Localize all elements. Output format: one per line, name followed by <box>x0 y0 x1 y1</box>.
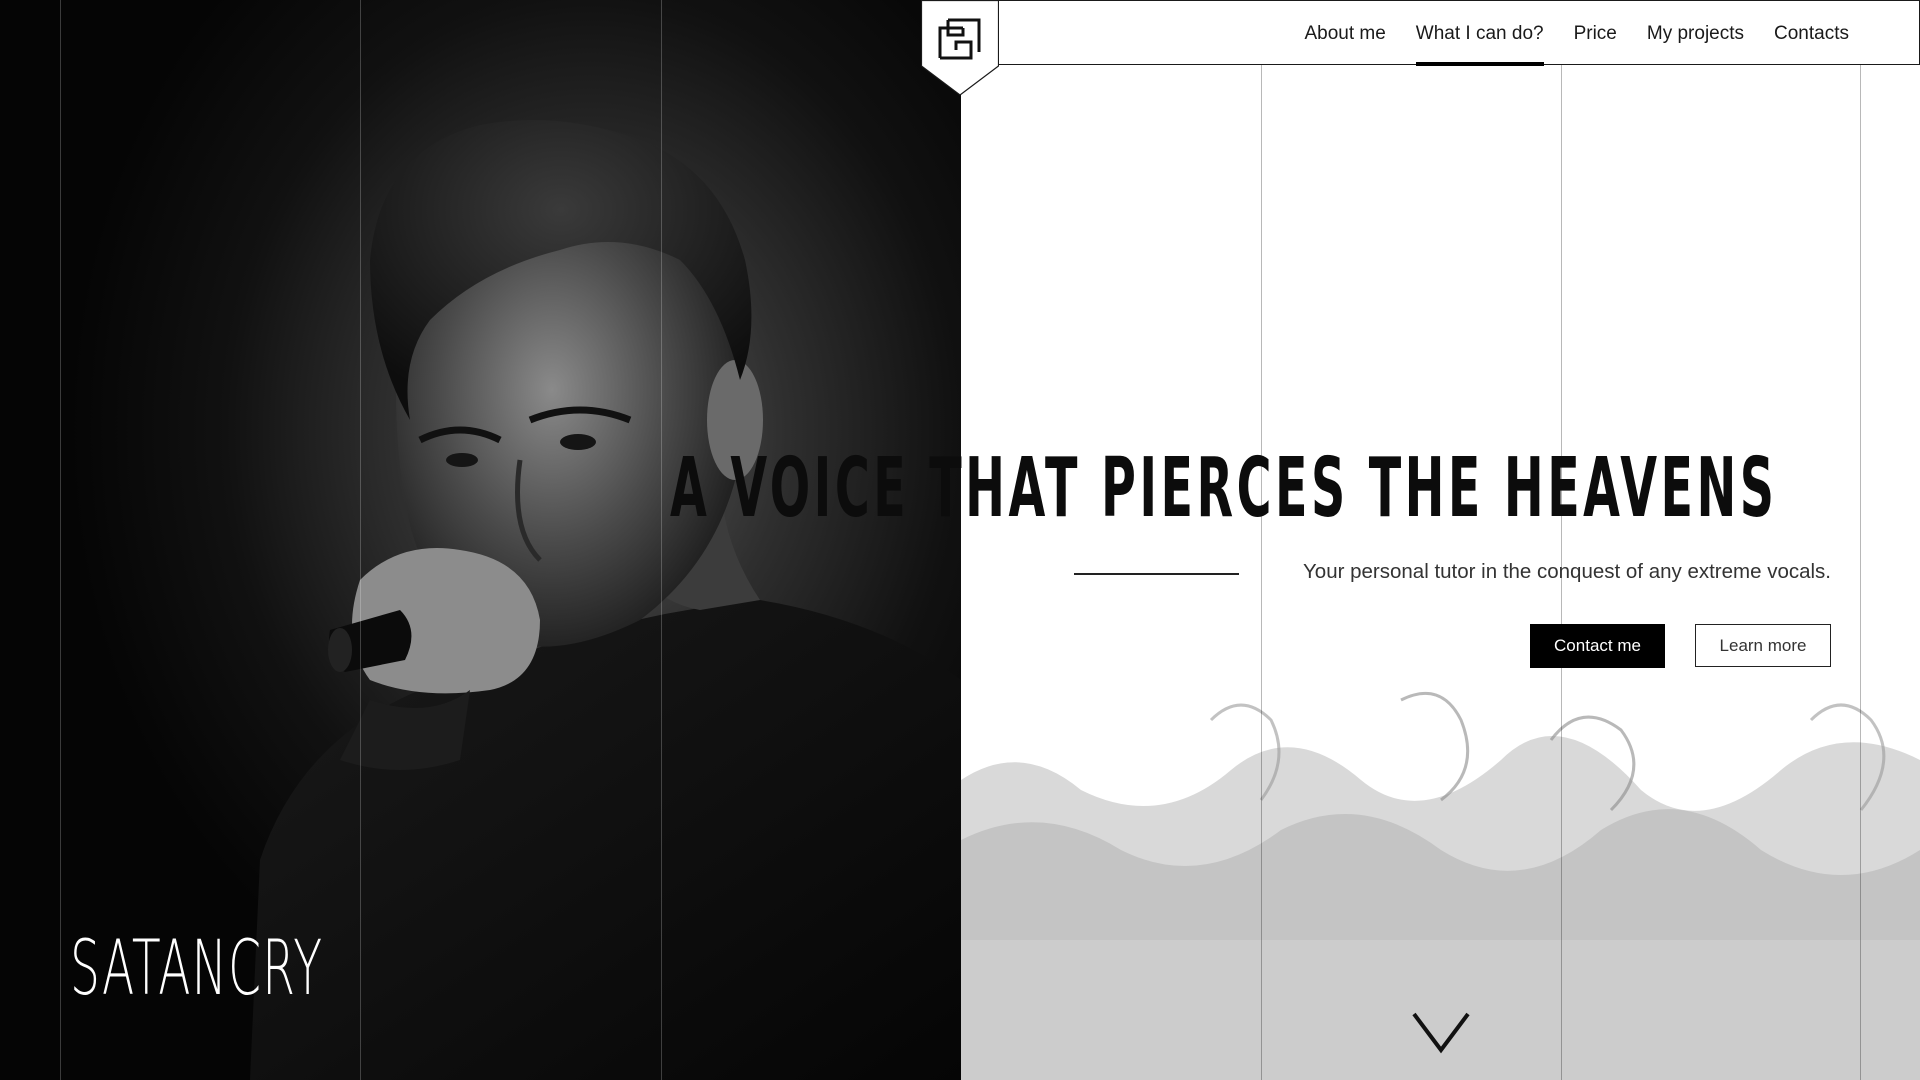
nav-item-projects[interactable]: My projects <box>1647 1 1744 66</box>
contact-me-button[interactable]: Contact me <box>1530 624 1665 668</box>
top-nav-bar: About me What I can do? Price My project… <box>921 0 1920 66</box>
hero-subtitle: Your personal tutor in the conquest of a… <box>1303 560 1831 583</box>
hero-title-container: A VOICE THAT PIERCES THE HEAVENS <box>670 448 1778 530</box>
hero-title: A VOICE THAT PIERCES THE HEAVENS <box>670 441 1778 536</box>
singer-photo <box>250 120 961 1080</box>
hero-photo-panel: SATANCRY <box>0 0 961 1080</box>
nav-item-contacts[interactable]: Contacts <box>1774 1 1849 66</box>
brand-name: SATANCRY <box>70 923 324 1012</box>
smoke-decoration <box>961 691 1920 1080</box>
main-nav: About me What I can do? Price My project… <box>1304 1 1849 66</box>
hero-content-panel <box>961 0 1920 1080</box>
logo-button[interactable] <box>921 0 999 96</box>
chevron-down-icon[interactable] <box>1412 1012 1470 1054</box>
learn-more-button[interactable]: Learn more <box>1695 624 1831 667</box>
nav-item-what-i-can-do[interactable]: What I can do? <box>1415 1 1544 66</box>
nav-item-price[interactable]: Price <box>1574 1 1617 66</box>
nav-item-about[interactable]: About me <box>1304 1 1385 66</box>
subtitle-divider <box>1074 573 1239 575</box>
